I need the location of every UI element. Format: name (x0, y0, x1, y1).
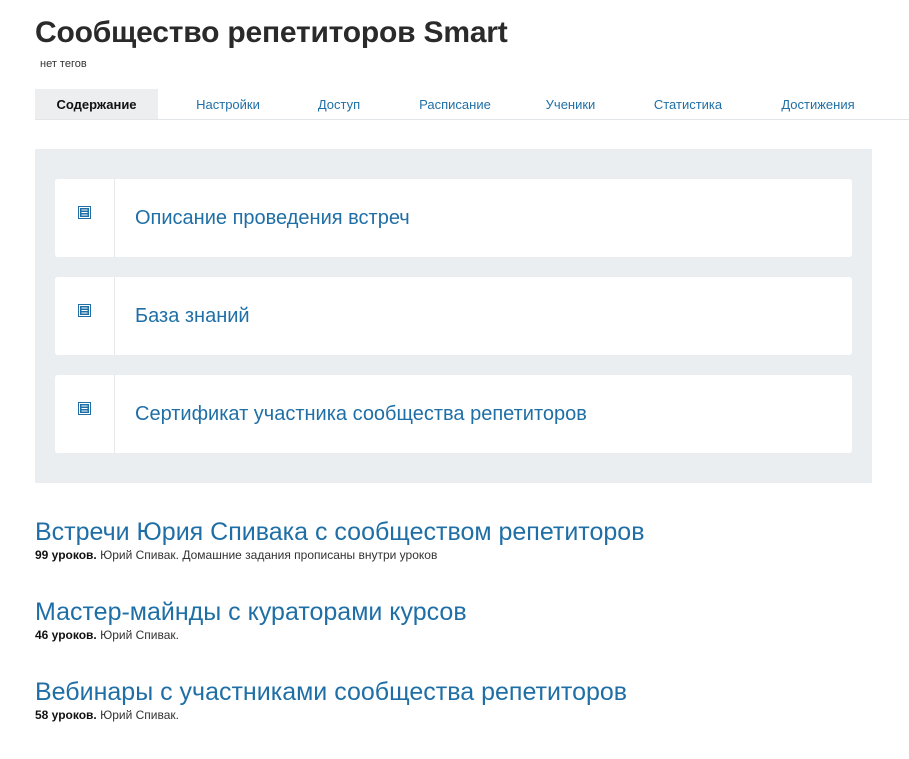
tab-schedule[interactable]: Расписание (380, 89, 530, 119)
document-list-icon (78, 304, 91, 322)
course-title-link[interactable]: Встречи Юрия Спивака с сообществом репет… (35, 516, 644, 548)
course-title-link[interactable]: Вебинары с участниками сообщества репети… (35, 676, 627, 708)
course-meta: 99 уроков. Юрий Спивак. Домашние задания… (35, 548, 644, 562)
tags-label: нет тегов (40, 58, 87, 70)
tab-achievements[interactable]: Достижения (765, 89, 871, 119)
course-meta: 58 уроков. Юрий Спивак. (35, 708, 627, 722)
folder-title[interactable]: Описание проведения встреч (115, 179, 410, 257)
lessons-count: 99 уроков. (35, 548, 97, 562)
course-item: Вебинары с участниками сообщества репети… (35, 676, 627, 722)
course-details: Юрий Спивак. Домашние задания прописаны … (100, 548, 438, 562)
lessons-count: 46 уроков. (35, 628, 97, 642)
folder-item[interactable]: Описание проведения встреч (55, 179, 852, 257)
course-item: Мастер-майнды с кураторами курсов 46 уро… (35, 596, 467, 642)
document-list-icon (78, 402, 91, 420)
folder-item[interactable]: База знаний (55, 277, 852, 355)
lessons-count: 58 уроков. (35, 708, 97, 722)
page-title: Сообщество репетиторов Smart (35, 16, 508, 49)
tab-statistics[interactable]: Статистика (611, 89, 765, 119)
course-item: Встречи Юрия Спивака с сообществом репет… (35, 516, 644, 562)
folder-title[interactable]: База знаний (115, 277, 250, 355)
tab-bar: Содержание Настройки Доступ Расписание У… (35, 89, 909, 120)
folder-panel: Описание проведения встреч База знаний С… (35, 149, 872, 483)
course-details: Юрий Спивак. (100, 708, 179, 722)
course-details: Юрий Спивак. (100, 628, 179, 642)
course-meta: 46 уроков. Юрий Спивак. (35, 628, 467, 642)
course-title-link[interactable]: Мастер-майнды с кураторами курсов (35, 596, 467, 628)
tab-students[interactable]: Ученики (530, 89, 611, 119)
folder-item[interactable]: Сертификат участника сообщества репетито… (55, 375, 852, 453)
folder-title[interactable]: Сертификат участника сообщества репетито… (115, 375, 587, 453)
tab-content[interactable]: Содержание (35, 89, 158, 119)
document-list-icon (78, 206, 91, 224)
tab-access[interactable]: Доступ (298, 89, 380, 119)
tab-settings[interactable]: Настройки (158, 89, 298, 119)
